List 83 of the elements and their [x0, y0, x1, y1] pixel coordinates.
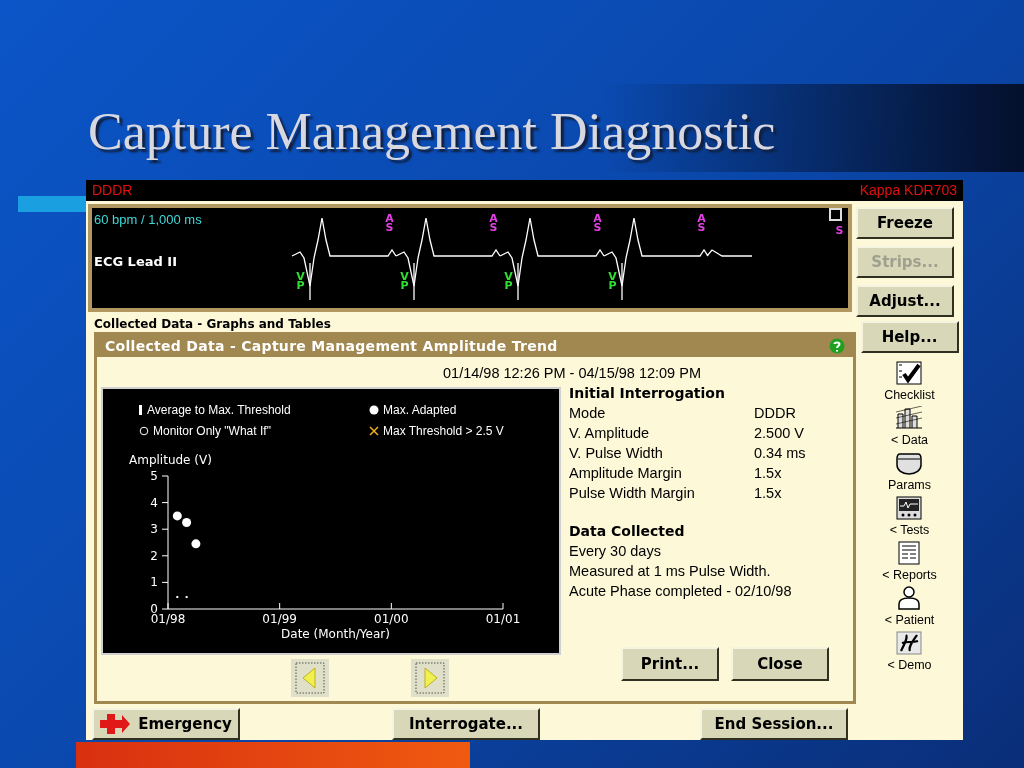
emergency-icon [100, 714, 131, 734]
field-label: V. Amplitude [569, 424, 651, 443]
info-line: Measured at 1 ms Pulse Width. [569, 562, 772, 581]
info-line: Every 30 days [569, 542, 662, 561]
y-tick-label: 1 [150, 575, 158, 590]
script-letter-icon [896, 631, 923, 655]
nav-item[interactable]: < Data [890, 406, 929, 448]
dot-marker-icon [369, 405, 379, 415]
x-tick-label: 01/99 [262, 612, 297, 626]
nav-item[interactable]: Params [887, 451, 932, 493]
field-value: 1.5x [754, 464, 783, 483]
nav-item[interactable]: Checklist [884, 361, 935, 403]
action-button[interactable]: Interrogate... [392, 708, 540, 740]
atrial-sense-marker: S [834, 226, 845, 236]
ring-marker-icon [139, 426, 149, 436]
field-label: Mode [569, 404, 607, 423]
data-point [191, 539, 201, 549]
ventricular-pace-marker: VP [295, 272, 306, 291]
legend-label: Max Threshold > 2.5 V [383, 423, 504, 440]
nav-item[interactable]: < Demo [887, 631, 932, 673]
side-button[interactable]: Adjust... [856, 285, 954, 317]
data-point [185, 596, 188, 599]
monitor-icon [896, 496, 923, 520]
person-icon [896, 586, 923, 610]
ecg-lead-label: ECG Lead II [94, 253, 177, 271]
help-icon[interactable] [829, 338, 845, 354]
field-label: Amplitude Margin [569, 464, 683, 483]
pacemaker-icon [896, 451, 923, 475]
y-tick-label: 4 [150, 495, 158, 510]
field-value: 0.34 ms [754, 444, 807, 463]
device-name: Kappa KDR703 [859, 181, 957, 200]
y-tick-label: 3 [150, 522, 158, 537]
nav-item[interactable]: < Tests [889, 496, 930, 538]
side-button[interactable]: Freeze [856, 207, 954, 239]
field-label: Pulse Width Margin [569, 484, 696, 503]
next-button[interactable] [411, 659, 449, 697]
bar-chart-icon [896, 406, 923, 430]
atrial-sense-marker: AS [384, 214, 395, 233]
data-point [176, 596, 179, 599]
date-range: 01/14/98 12:26 PM - 04/15/98 12:09 PM [443, 364, 702, 383]
field-value: 2.500 V [754, 424, 805, 443]
legend-label: Monitor Only "What If" [153, 423, 271, 440]
accent-bar [18, 196, 88, 212]
atrial-sense-marker: AS [592, 214, 603, 233]
section-label: Collected Data - Graphs and Tables [94, 318, 332, 331]
slide-title: Capture Management Diagnostic [88, 102, 776, 162]
report-icon [896, 541, 923, 565]
x-tick-label: 01/00 [374, 612, 409, 626]
y-tick-label: 5 [150, 469, 158, 483]
data-point [182, 518, 192, 528]
ventricular-pace-marker: VP [399, 272, 410, 291]
heart-rate: 60 bpm / 1,000 ms [94, 211, 202, 229]
section-heading: Initial Interrogation [569, 384, 726, 403]
field-value: DDDR [754, 404, 797, 423]
dialog-title: Collected Data - Capture Management Amplitude Trend [105, 336, 558, 356]
dialog-button[interactable]: Print... [621, 647, 719, 681]
legend-label: Max. Adapted [383, 402, 457, 419]
atrial-sense-marker: AS [488, 214, 499, 233]
x-axis-title: Date (Month/Year) [281, 627, 390, 641]
y-axis-title: Amplitude (V) [129, 453, 212, 467]
emergency-button[interactable]: Emergency [92, 708, 240, 740]
bar-marker-icon [139, 405, 143, 415]
action-button[interactable]: End Session... [700, 708, 848, 740]
field-label: V. Pulse Width [569, 444, 664, 463]
dialog-button[interactable]: Close [731, 647, 829, 681]
nav-item[interactable]: < Reports [882, 541, 937, 583]
data-point [172, 511, 182, 521]
pacing-mode: DDDR [92, 181, 133, 200]
x-tick-label: 01/01 [485, 612, 521, 626]
atrial-sense-marker: AS [696, 214, 707, 233]
cross-marker-icon [369, 426, 379, 436]
ventricular-pace-marker: VP [503, 272, 514, 291]
previous-button[interactable] [291, 659, 329, 697]
checklist-icon [896, 361, 923, 385]
section-heading: Data Collected [569, 522, 686, 541]
legend-label: Average to Max. Threshold [147, 402, 291, 419]
expand-toggle[interactable] [829, 208, 842, 221]
help-button[interactable]: Help... [860, 321, 959, 353]
info-line: Acute Phase completed - 02/10/98 [569, 582, 793, 601]
nav-item[interactable]: < Patient [884, 586, 935, 628]
y-tick-label: 2 [150, 548, 158, 563]
field-value: 1.5x [754, 484, 783, 503]
ventricular-pace-marker: VP [607, 272, 618, 291]
